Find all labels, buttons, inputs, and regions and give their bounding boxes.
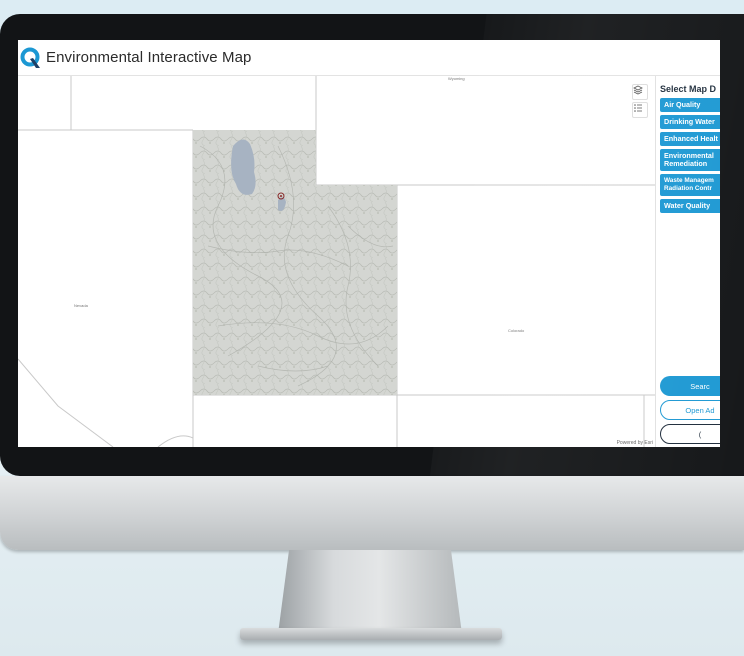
layer-button-enhanced-health[interactable]: Enhanced Healt: [660, 132, 720, 146]
state-label-colorado: Colorado: [508, 328, 525, 333]
layer-button-environmental-remediation[interactable]: Environmental Remediation: [660, 149, 720, 171]
search-button[interactable]: Searc: [660, 376, 720, 396]
state-label-nevada: Nevada: [74, 303, 88, 308]
layers-button[interactable]: [632, 84, 648, 100]
layer-button-waste-management[interactable]: Waste Managem Radiation Contr: [660, 174, 720, 196]
monitor-chin: [0, 476, 744, 550]
state-label-wyoming: Wyoming: [448, 76, 465, 81]
esri-attribution[interactable]: Powered by Esri: [617, 440, 653, 446]
legend-button[interactable]: [632, 102, 648, 118]
app-title: Environmental Interactive Map: [46, 49, 252, 66]
layer-button-water-quality[interactable]: Water Quality: [660, 199, 720, 213]
panel-title: Select Map D: [660, 84, 717, 94]
legend-icon: [634, 104, 642, 112]
third-action-button[interactable]: (: [660, 424, 720, 444]
open-advanced-button[interactable]: Open Ad: [660, 400, 720, 420]
screen: Environmental Interactive Map Wyoming Ne…: [18, 40, 720, 447]
app-logo-icon: [20, 47, 40, 68]
map-canvas: [18, 76, 655, 447]
utah-region: [193, 130, 397, 395]
layer-button-air-quality[interactable]: Air Quality: [660, 98, 720, 112]
map-view[interactable]: Wyoming Nevada Colorado Powered by Esri: [18, 76, 655, 447]
app-header: Environmental Interactive Map: [18, 40, 720, 76]
monitor-stand-base: [240, 628, 502, 640]
layer-button-drinking-water[interactable]: Drinking Water: [660, 115, 720, 129]
monitor-stand: [278, 550, 462, 634]
layer-panel: Select Map D Air Quality Drinking Water …: [655, 76, 720, 447]
layers-icon: [633, 85, 643, 95]
